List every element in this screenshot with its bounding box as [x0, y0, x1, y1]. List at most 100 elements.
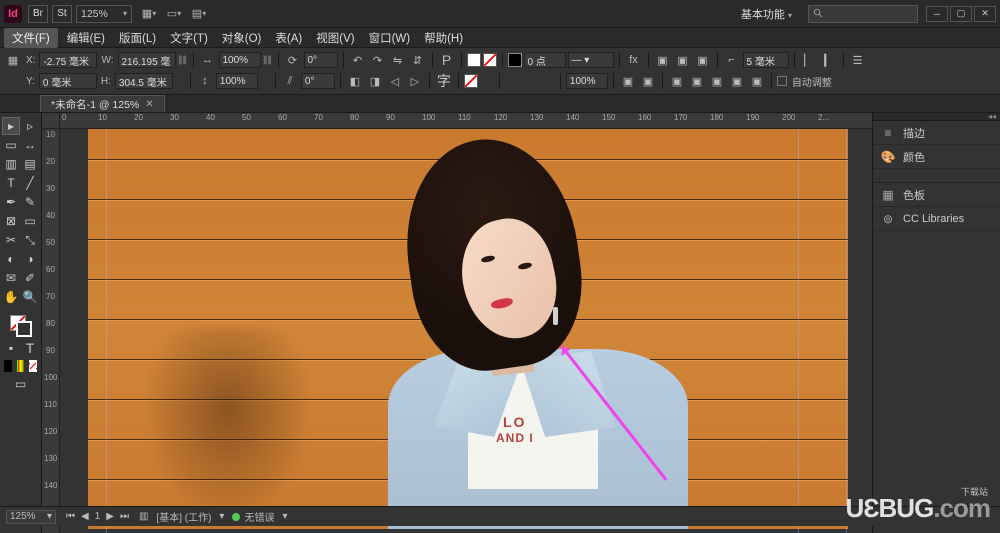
- maximize-button[interactable]: ▢: [950, 6, 972, 22]
- apply-black[interactable]: [4, 360, 12, 372]
- bridge-button[interactable]: Br: [28, 5, 48, 23]
- char-mode-icon[interactable]: 字: [435, 71, 453, 91]
- wrap-jump-icon[interactable]: ▣: [619, 73, 637, 89]
- screen-mode-icon[interactable]: ▭▾: [163, 5, 185, 23]
- menu-table[interactable]: 表(A): [268, 28, 309, 48]
- h-input[interactable]: 304.5 毫米: [115, 73, 173, 89]
- open-docs-icon[interactable]: ▥: [139, 511, 148, 522]
- zoom-level-selector[interactable]: 125% ▾: [76, 5, 132, 23]
- auto-adjust-checkbox[interactable]: [777, 76, 787, 86]
- y-input[interactable]: 0 毫米: [39, 73, 97, 89]
- fill-stroke-swatch[interactable]: [9, 314, 33, 338]
- align-center-icon[interactable]: ▎: [820, 52, 838, 68]
- pen-tool[interactable]: ✒: [2, 193, 20, 211]
- minimize-button[interactable]: ─: [926, 6, 948, 22]
- effects-icon[interactable]: fx: [625, 52, 643, 68]
- menu-view[interactable]: 视图(V): [309, 28, 361, 48]
- stroke-style-select[interactable]: — ▾: [568, 52, 614, 68]
- gradient-feather-tool[interactable]: ◑: [21, 250, 39, 268]
- search-input[interactable]: [808, 5, 918, 23]
- apply-color-icon[interactable]: ▪: [2, 339, 20, 357]
- apply-none[interactable]: [29, 360, 37, 372]
- guide-line[interactable]: [846, 129, 847, 533]
- prev-page-button[interactable]: ◀: [79, 511, 91, 522]
- menu-window[interactable]: 窗口(W): [362, 28, 418, 48]
- text-wrap-none-icon[interactable]: ▣: [654, 52, 672, 68]
- x-input[interactable]: -2.75 毫米: [39, 52, 97, 68]
- more-options-icon[interactable]: ☰: [849, 52, 867, 68]
- next-page-button[interactable]: ▶: [104, 511, 116, 522]
- flip-v-icon[interactable]: ⇵: [409, 52, 427, 68]
- hand-tool[interactable]: ✋: [2, 288, 20, 306]
- guide-line[interactable]: [106, 129, 107, 533]
- eyedropper-tool[interactable]: ✐: [21, 269, 39, 287]
- fit-prop-icon[interactable]: ▣: [708, 73, 726, 89]
- fit-frame-icon[interactable]: ▣: [688, 73, 706, 89]
- link-scale-icon[interactable]: ⛓: [263, 52, 273, 68]
- link-wh-icon[interactable]: ⛓: [178, 52, 188, 68]
- ruler-horizontal[interactable]: 0102030405060708090100110120130140150160…: [60, 113, 872, 129]
- stroke-swatch[interactable]: [508, 53, 522, 67]
- w-input[interactable]: 216.195 毫: [118, 52, 176, 68]
- content-collector-tool[interactable]: ▥: [2, 155, 20, 173]
- select-next-icon[interactable]: ▷: [406, 73, 424, 89]
- select-prev-icon[interactable]: ◁: [386, 73, 404, 89]
- guide-line[interactable]: [798, 129, 799, 533]
- stock-button[interactable]: St: [52, 5, 72, 23]
- zoom-tool[interactable]: 🔍: [21, 288, 39, 306]
- menu-object[interactable]: 对象(O): [215, 28, 269, 48]
- document-tab[interactable]: *未命名-1 @ 125% ✕: [40, 95, 165, 112]
- menu-type[interactable]: 文字(T): [163, 28, 215, 48]
- scissors-tool[interactable]: ✂: [2, 231, 20, 249]
- rotate-ccw-icon[interactable]: ↶: [349, 52, 367, 68]
- pencil-tool[interactable]: ✎: [21, 193, 39, 211]
- rectangle-tool[interactable]: ▭: [21, 212, 39, 230]
- ruler-origin[interactable]: [42, 113, 60, 129]
- select-content-icon[interactable]: ◨: [366, 73, 384, 89]
- opacity-input[interactable]: 100%: [566, 73, 608, 89]
- canvas[interactable]: LO AND I: [60, 129, 872, 533]
- panel-cc-libraries[interactable]: ⊚ CC Libraries: [873, 207, 1000, 231]
- arrange-docs-icon[interactable]: ▤▾: [188, 5, 210, 23]
- selection-tool[interactable]: ▸: [2, 117, 20, 135]
- select-container-icon[interactable]: ◧: [346, 73, 364, 89]
- menu-edit[interactable]: 编辑(E): [60, 28, 112, 48]
- preflight-status[interactable]: 无错误: [244, 513, 274, 524]
- no-fill-swatch[interactable]: [483, 53, 497, 67]
- view-options-icon[interactable]: ▦▾: [138, 5, 160, 23]
- ruler-vertical[interactable]: 102030405060708090100110120130140150: [42, 129, 60, 533]
- wrap-column-icon[interactable]: ▣: [639, 73, 657, 89]
- placed-image[interactable]: LO AND I: [88, 129, 848, 529]
- corner-options-icon[interactable]: ⌐: [723, 52, 741, 68]
- corner-radius-input[interactable]: 5 毫米: [743, 52, 789, 68]
- last-page-button[interactable]: ⏭: [118, 511, 131, 522]
- menu-layout[interactable]: 版面(L): [112, 28, 163, 48]
- fill-frame-icon[interactable]: ▣: [748, 73, 766, 89]
- flip-h-icon[interactable]: ⇋: [389, 52, 407, 68]
- line-tool[interactable]: ╱: [21, 174, 39, 192]
- panel-color[interactable]: 🎨 颜色: [873, 145, 1000, 169]
- paragraph-mode-icon[interactable]: P: [438, 52, 456, 68]
- text-wrap-shape-icon[interactable]: ▣: [694, 52, 712, 68]
- tab-close-icon[interactable]: ✕: [145, 99, 153, 110]
- page-tool[interactable]: ▭: [2, 136, 20, 154]
- gradient-swatch-tool[interactable]: ◐: [2, 250, 20, 268]
- menu-file[interactable]: 文件(F): [4, 28, 58, 48]
- menu-help[interactable]: 帮助(H): [417, 28, 470, 48]
- fill-swatch[interactable]: [467, 53, 481, 67]
- view-mode-icon[interactable]: ▭: [12, 375, 30, 393]
- panel-stroke[interactable]: ≡ 描边: [873, 121, 1000, 145]
- rotate-input[interactable]: 0°: [304, 52, 338, 68]
- content-placer-tool[interactable]: ▤: [21, 155, 39, 173]
- status-zoom-input[interactable]: 125%▾: [6, 510, 56, 524]
- reference-point-icon[interactable]: ▦: [4, 52, 22, 68]
- apply-container-icon[interactable]: T: [21, 339, 39, 357]
- apply-gradient[interactable]: [17, 360, 25, 372]
- type-tool[interactable]: T: [2, 174, 20, 192]
- no-stroke-swatch[interactable]: [464, 74, 478, 88]
- workspace-switcher[interactable]: 基本功能 ▾: [731, 4, 802, 24]
- text-wrap-bound-icon[interactable]: ▣: [674, 52, 692, 68]
- center-content-icon[interactable]: ▣: [728, 73, 746, 89]
- note-tool[interactable]: ✉: [2, 269, 20, 287]
- fit-content-icon[interactable]: ▣: [668, 73, 686, 89]
